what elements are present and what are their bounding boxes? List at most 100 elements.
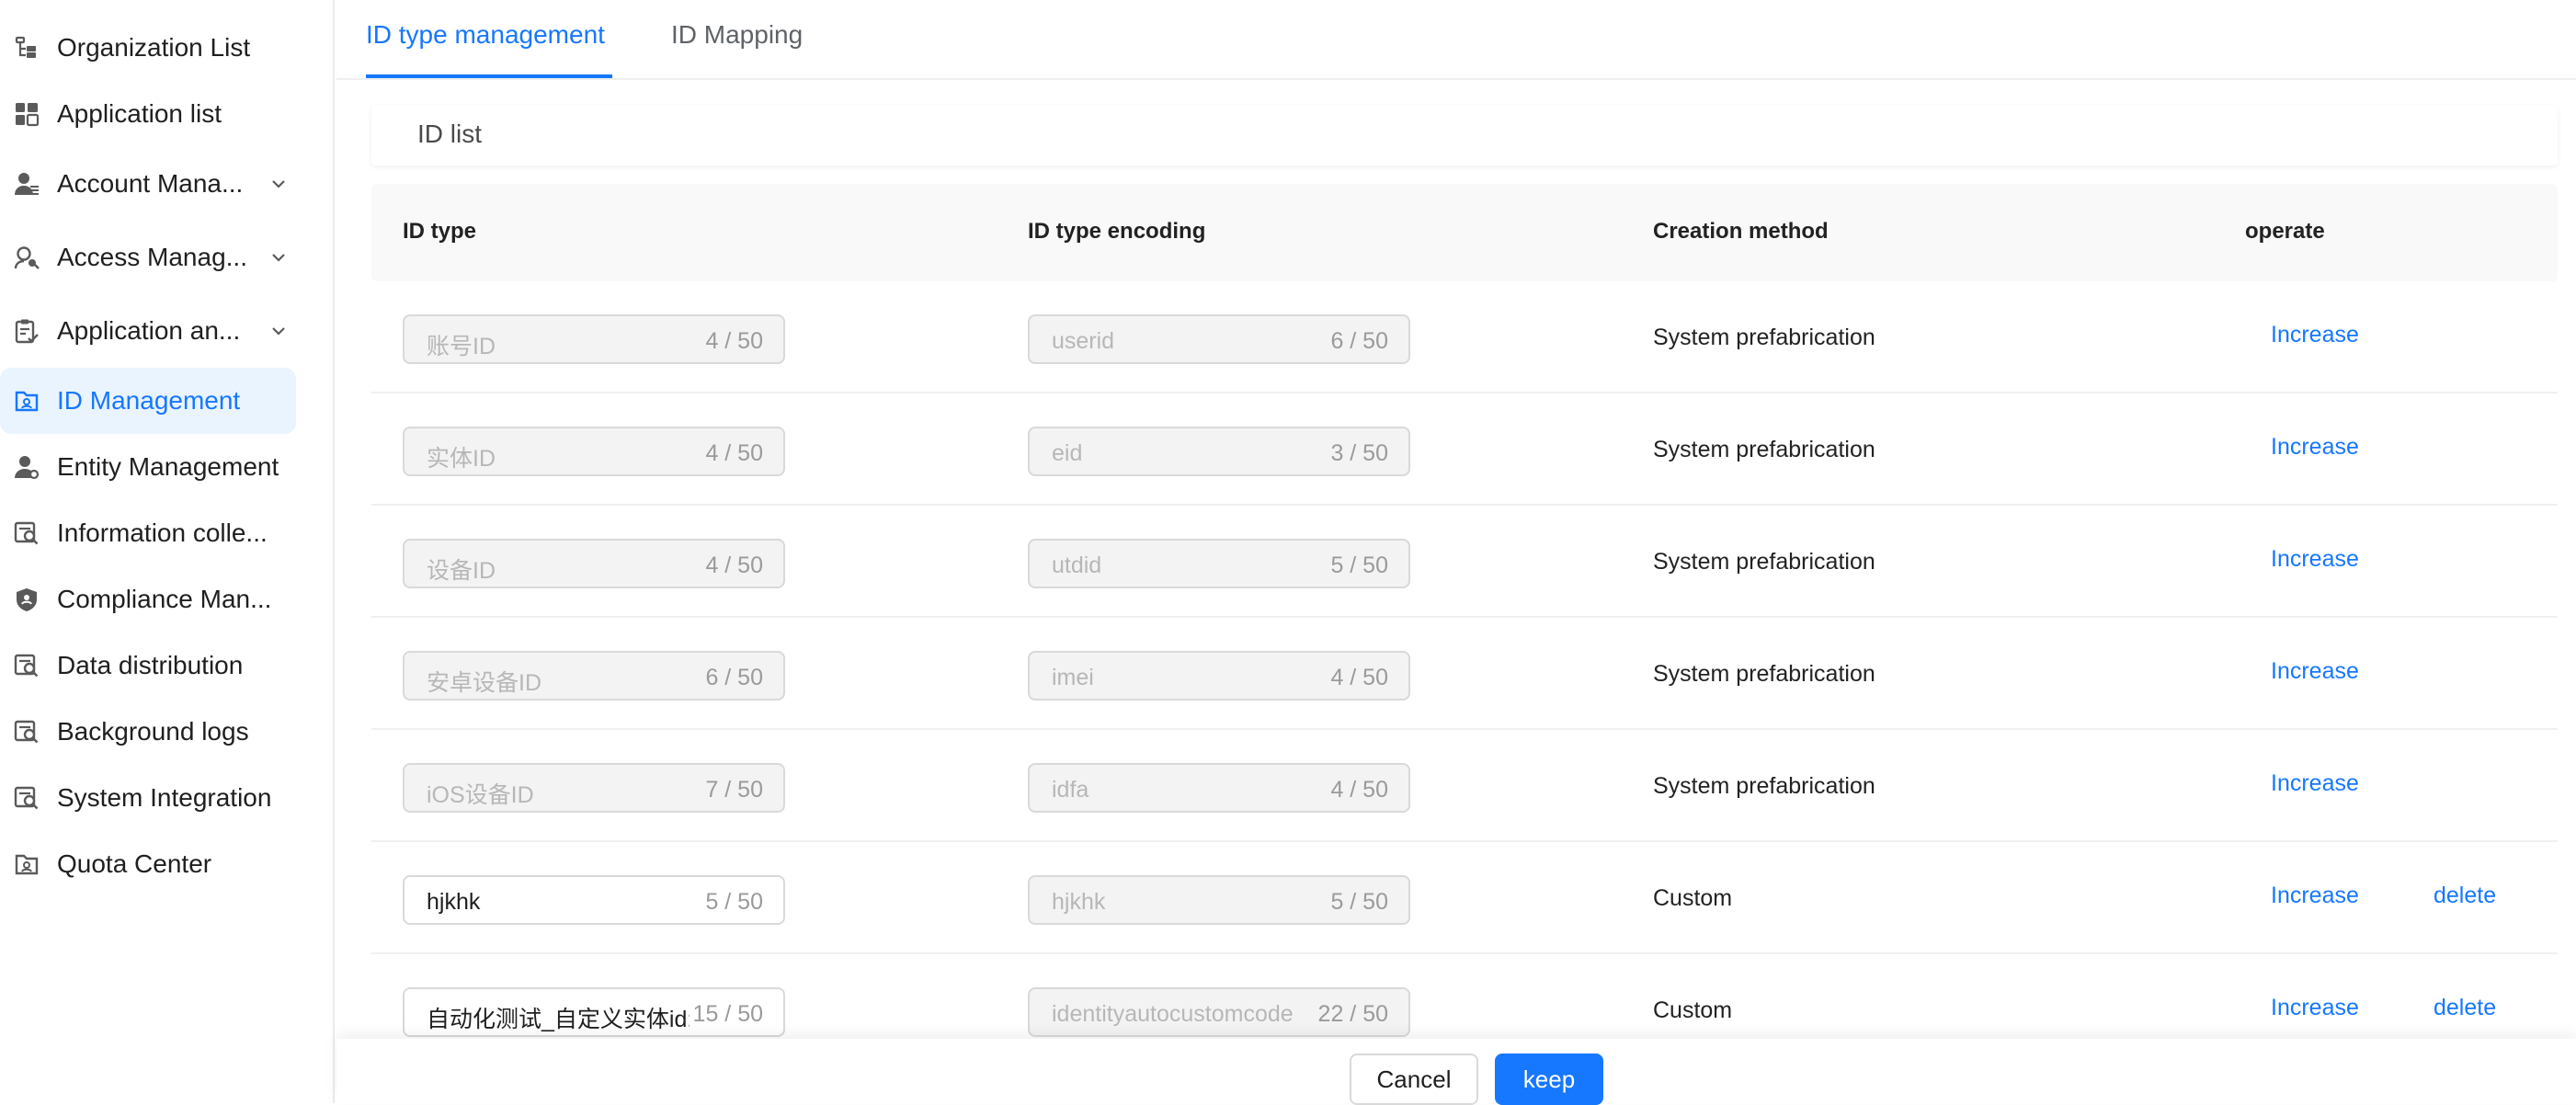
sidebar-item-label: Organization List xyxy=(57,33,251,62)
id-type-input[interactable]: 账号ID 4 / 50 xyxy=(403,314,785,364)
sidebar-item-label: System Integration xyxy=(57,783,272,812)
char-counter: 6 / 50 xyxy=(1330,328,1388,354)
table-row: 账号ID 4 / 50 userid 6 / 50 System prefabr… xyxy=(371,281,2558,393)
increase-link[interactable]: Increase xyxy=(2271,883,2359,909)
search-doc-icon xyxy=(13,718,40,746)
char-counter: 15 / 50 xyxy=(692,1001,763,1027)
chevron-down-icon[interactable] xyxy=(268,321,289,341)
sidebar-item-application-list[interactable]: Application list xyxy=(0,81,296,147)
table-row: 实体ID 4 / 50 eid 3 / 50 System prefabrica… xyxy=(371,393,2558,506)
char-counter: 4 / 50 xyxy=(705,328,763,354)
search-doc-icon xyxy=(13,784,40,812)
sidebar-item-background-logs[interactable]: Background logs xyxy=(0,699,296,765)
sidebar-item-access-management[interactable]: Access Manag... xyxy=(0,224,296,290)
id-type-input[interactable]: iOS设备ID 7 / 50 xyxy=(403,763,785,813)
creation-method: System prefabrication xyxy=(1653,437,1875,462)
entity-user-icon xyxy=(13,453,40,481)
column-header-id-type-encoding: ID type encoding xyxy=(1028,219,1206,244)
sidebar-item-data-distribution[interactable]: Data distribution xyxy=(0,632,296,699)
sidebar-item-label: Data distribution xyxy=(57,651,244,679)
id-encoding-input[interactable]: imei 4 / 50 xyxy=(1028,651,1410,701)
increase-link[interactable]: Increase xyxy=(2271,322,2359,348)
id-type-input[interactable]: 安卓设备ID 6 / 50 xyxy=(403,651,785,701)
id-type-value: 实体ID xyxy=(427,446,496,472)
sidebar-item-organization-list[interactable]: Organization List xyxy=(0,15,296,81)
table-row: 安卓设备ID 6 / 50 imei 4 / 50 System prefabr… xyxy=(371,618,2558,730)
id-type-value: 自动化测试_自定义实体id: xyxy=(427,1007,690,1032)
sidebar-item-label: Application list xyxy=(57,99,222,128)
chevron-down-icon[interactable] xyxy=(268,247,289,268)
sidebar-item-label: Compliance Man... xyxy=(57,585,272,613)
char-counter: 4 / 50 xyxy=(705,440,763,466)
footer-action-bar: Cancel keep xyxy=(336,1039,2576,1105)
table-row: 设备ID 4 / 50 utdid 5 / 50 System prefabri… xyxy=(371,506,2558,618)
id-encoding-value: userid xyxy=(1052,328,1115,354)
id-encoding-input[interactable]: identityautocustomcode 22 / 50 xyxy=(1028,987,1410,1037)
id-encoding-input[interactable]: idfa 4 / 50 xyxy=(1028,763,1410,813)
id-type-value: iOS设备ID xyxy=(427,782,534,808)
sidebar-item-compliance-management[interactable]: Compliance Man... xyxy=(0,566,296,632)
increase-link[interactable]: Increase xyxy=(2271,770,2359,797)
id-type-value: 安卓设备ID xyxy=(427,670,542,696)
id-type-input[interactable]: 实体ID 4 / 50 xyxy=(403,427,785,476)
id-encoding-value: utdid xyxy=(1052,552,1102,578)
creation-method: Custom xyxy=(1653,997,1733,1023)
increase-link[interactable]: Increase xyxy=(2271,658,2359,685)
id-folder-icon xyxy=(13,850,40,878)
increase-link[interactable]: Increase xyxy=(2271,995,2359,1021)
id-encoding-input[interactable]: utdid 5 / 50 xyxy=(1028,539,1410,588)
tab-id-mapping[interactable]: ID Mapping xyxy=(671,20,803,50)
id-encoding-input[interactable]: hjkhk 5 / 50 xyxy=(1028,875,1410,925)
id-encoding-input[interactable]: eid 3 / 50 xyxy=(1028,427,1410,476)
id-type-input[interactable]: 自动化测试_自定义实体id: 15 / 50 xyxy=(403,987,785,1037)
creation-method: System prefabrication xyxy=(1653,773,1875,799)
keep-button[interactable]: keep xyxy=(1495,1054,1603,1105)
delete-link[interactable]: delete xyxy=(2434,995,2496,1021)
increase-link[interactable]: Increase xyxy=(2271,434,2359,461)
sidebar-item-application-and[interactable]: Application an... xyxy=(0,298,296,364)
char-counter: 5 / 50 xyxy=(1330,889,1388,915)
delete-link[interactable]: delete xyxy=(2434,883,2496,909)
creation-method: System prefabrication xyxy=(1653,549,1875,575)
tab-bar: ID type management ID Mapping xyxy=(336,0,2576,80)
sidebar-item-label: Application an... xyxy=(57,316,241,345)
char-counter: 4 / 50 xyxy=(1330,777,1388,803)
sidebar-item-label: Background logs xyxy=(57,717,249,746)
sidebar-item-quota-center[interactable]: Quota Center xyxy=(0,831,296,897)
access-key-icon xyxy=(13,244,40,271)
id-list-header: ID list xyxy=(371,105,2558,165)
sidebar-item-system-integration[interactable]: System Integration xyxy=(0,765,296,831)
id-encoding-value: hjkhk xyxy=(1052,889,1106,915)
cancel-button[interactable]: Cancel xyxy=(1350,1054,1478,1105)
id-type-input[interactable]: hjkhk 5 / 50 xyxy=(403,875,785,925)
active-tab-indicator xyxy=(366,74,612,78)
increase-link[interactable]: Increase xyxy=(2271,546,2359,573)
search-doc-icon xyxy=(13,652,40,679)
org-tree-icon xyxy=(13,34,40,62)
char-counter: 7 / 50 xyxy=(705,777,763,803)
sidebar-item-entity-management[interactable]: Entity Management xyxy=(0,434,296,500)
id-type-value: 设备ID xyxy=(427,558,496,584)
tab-id-type-management[interactable]: ID type management xyxy=(366,20,605,50)
creation-method: System prefabrication xyxy=(1653,325,1875,350)
sidebar-item-information-collection[interactable]: Information colle... xyxy=(0,500,296,566)
sidebar-item-account-management[interactable]: Account Mana... xyxy=(0,151,296,217)
sidebar-item-id-management[interactable]: ID Management xyxy=(0,368,296,434)
char-counter: 4 / 50 xyxy=(1330,665,1388,690)
sidebar-item-label: ID Management xyxy=(57,386,241,415)
id-encoding-input[interactable]: userid 6 / 50 xyxy=(1028,314,1410,364)
char-counter: 6 / 50 xyxy=(705,665,763,690)
id-type-value: 账号ID xyxy=(427,334,496,359)
char-counter: 3 / 50 xyxy=(1330,440,1388,466)
id-encoding-value: imei xyxy=(1052,665,1094,690)
id-encoding-value: eid xyxy=(1052,440,1083,466)
sidebar-item-label: Information colle... xyxy=(57,518,268,547)
id-folder-icon xyxy=(13,387,40,415)
sidebar: Organization List Application list Accou… xyxy=(0,0,335,1103)
id-type-input[interactable]: 设备ID 4 / 50 xyxy=(403,539,785,588)
shield-icon xyxy=(13,586,40,613)
grid-apps-icon xyxy=(13,100,40,128)
id-type-value: hjkhk xyxy=(427,889,481,915)
table-row: iOS设备ID 7 / 50 idfa 4 / 50 System prefab… xyxy=(371,730,2558,842)
chevron-down-icon[interactable] xyxy=(268,174,289,194)
